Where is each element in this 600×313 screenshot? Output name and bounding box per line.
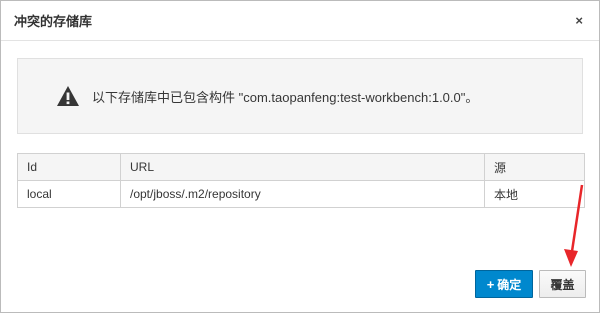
warning-alert: 以下存储库中已包含构件 "com.taopanfeng:test-workben… [17, 58, 583, 134]
confirm-button[interactable]: + 确定 [475, 270, 533, 298]
column-header-url: URL [120, 153, 485, 181]
table-row: local /opt/jboss/.m2/repository 本地 [17, 180, 585, 208]
close-icon[interactable]: × [575, 13, 583, 28]
override-button[interactable]: 覆盖 [539, 270, 586, 298]
conflict-dialog: 冲突的存储库 × 以下存储库中已包含构件 "com.taopanfeng:tes… [0, 0, 600, 313]
column-header-id: Id [17, 153, 121, 181]
plus-icon: + [486, 276, 495, 292]
override-label: 覆盖 [550, 277, 575, 292]
table-header-row: Id URL 源 [17, 153, 585, 181]
dialog-header: 冲突的存储库 × [1, 1, 599, 41]
cell-source: 本地 [484, 180, 585, 208]
confirm-label: 确定 [497, 277, 522, 292]
warning-triangle-icon [57, 86, 79, 106]
dialog-title: 冲突的存储库 [14, 14, 93, 29]
column-header-source: 源 [484, 153, 585, 181]
cell-id: local [17, 180, 121, 208]
repository-table: Id URL 源 local /opt/jboss/.m2/repository… [17, 153, 585, 208]
alert-message: 以下存储库中已包含构件 "com.taopanfeng:test-workben… [92, 89, 479, 105]
cell-url: /opt/jboss/.m2/repository [120, 180, 485, 208]
